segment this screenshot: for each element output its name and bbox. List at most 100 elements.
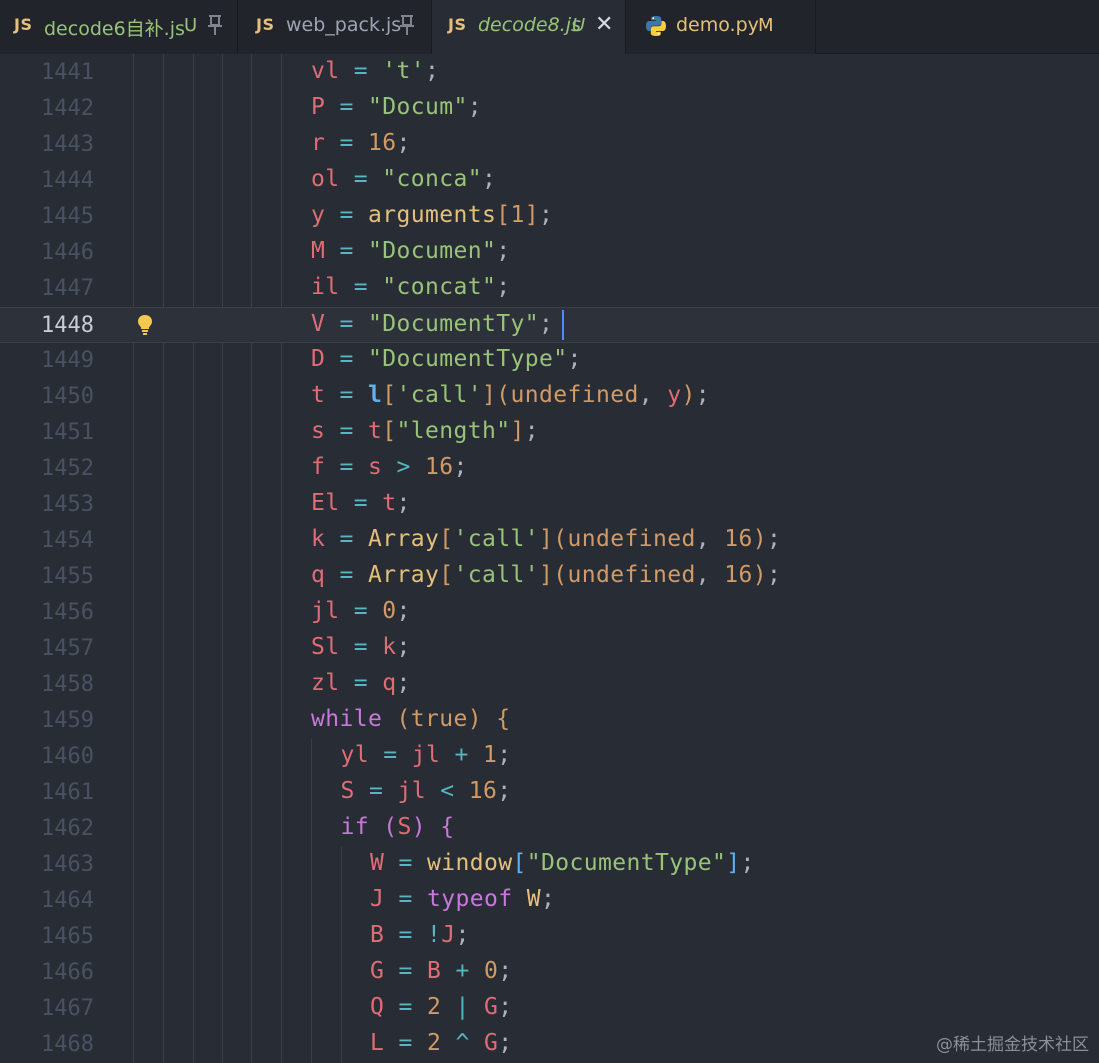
indent-guide — [311, 955, 312, 991]
tab-decode8[interactable]: JS decode8.js U ✕ — [432, 0, 626, 54]
code-text: f = s > 16; — [311, 454, 468, 480]
indent-guide — [341, 1027, 342, 1063]
indent-guide — [341, 919, 342, 955]
line-number: 1447 — [41, 276, 94, 301]
pin-icon[interactable] — [206, 13, 224, 37]
tab-demo-py[interactable]: demo.py M — [626, 0, 816, 54]
code-text: zl = q; — [311, 670, 411, 696]
code-line[interactable]: 1447 il = "concat"; — [0, 271, 1099, 307]
code-text: L = 2 ^ G; — [370, 1030, 513, 1056]
code-text: r = 16; — [311, 130, 411, 156]
line-number: 1441 — [41, 60, 94, 85]
indent-guide — [341, 955, 342, 991]
code-line[interactable]: 1453 El = t; — [0, 487, 1099, 523]
line-number: 1449 — [41, 348, 94, 373]
indent-guide — [341, 991, 342, 1027]
line-number: 1453 — [41, 492, 94, 517]
line-number: 1458 — [41, 672, 94, 697]
line-number: 1454 — [41, 528, 94, 553]
text-cursor — [562, 310, 564, 340]
code-text: y = arguments[1]; — [311, 202, 554, 228]
js-file-icon: JS — [14, 15, 33, 34]
code-line[interactable]: 1466 G = B + 0; — [0, 955, 1099, 991]
code-text: k = Array['call'](undefined, 16); — [311, 526, 782, 552]
code-line[interactable]: 1445 y = arguments[1]; — [0, 199, 1099, 235]
code-line[interactable]: 1448 V = "DocumentTy"; — [0, 307, 1099, 343]
code-line[interactable]: 1454 k = Array['call'](undefined, 16); — [0, 523, 1099, 559]
code-text: D = "DocumentType"; — [311, 346, 582, 372]
code-text: J = typeof W; — [370, 886, 556, 912]
code-line[interactable]: 1456 jl = 0; — [0, 595, 1099, 631]
code-line[interactable]: 1460 yl = jl + 1; — [0, 739, 1099, 775]
indent-guide — [311, 991, 312, 1027]
indent-guide — [311, 775, 312, 811]
tab-label: web_pack.js — [286, 14, 402, 36]
line-number: 1451 — [41, 420, 94, 445]
code-text: while (true) { — [311, 706, 511, 732]
code-line[interactable]: 1446 M = "Documen"; — [0, 235, 1099, 271]
code-text: if (S) { — [340, 814, 455, 840]
line-number: 1443 — [41, 132, 94, 157]
code-line[interactable]: 1465 B = !J; — [0, 919, 1099, 955]
code-text: q = Array['call'](undefined, 16); — [311, 562, 782, 588]
code-text: W = window["DocumentType"]; — [370, 850, 755, 876]
code-line[interactable]: 1452 f = s > 16; — [0, 451, 1099, 487]
code-text: B = !J; — [370, 922, 470, 948]
code-line[interactable]: 1458 zl = q; — [0, 667, 1099, 703]
line-number: 1444 — [41, 168, 94, 193]
close-icon[interactable]: ✕ — [595, 12, 613, 37]
code-line[interactable]: 1449 D = "DocumentType"; — [0, 343, 1099, 379]
line-number: 1465 — [41, 924, 94, 949]
indent-guide — [311, 883, 312, 919]
line-number: 1456 — [41, 600, 94, 625]
code-line[interactable]: 1461 S = jl < 16; — [0, 775, 1099, 811]
python-icon — [646, 16, 666, 36]
line-number: 1468 — [41, 1032, 94, 1057]
tab-web-pack[interactable]: JS web_pack.js — [238, 0, 432, 54]
code-line[interactable]: 1455 q = Array['call'](undefined, 16); — [0, 559, 1099, 595]
code-line[interactable]: 1441 vl = 't'; — [0, 55, 1099, 91]
line-number: 1448 — [41, 313, 94, 338]
code-line[interactable]: 1457 Sl = k; — [0, 631, 1099, 667]
code-line[interactable]: 1462 if (S) { — [0, 811, 1099, 847]
git-status-badge: U — [184, 15, 198, 36]
tab-label: demo.py — [676, 14, 759, 36]
code-line[interactable]: 1450 t = l['call'](undefined, y); — [0, 379, 1099, 415]
code-line[interactable]: 1467 Q = 2 | G; — [0, 991, 1099, 1027]
lightbulb-icon[interactable] — [136, 314, 154, 336]
line-number: 1455 — [41, 564, 94, 589]
indent-guide — [311, 1027, 312, 1063]
code-text: Sl = k; — [311, 634, 411, 660]
indent-guide — [311, 739, 312, 775]
line-number: 1462 — [41, 816, 94, 841]
js-file-icon: JS — [256, 15, 275, 34]
line-number: 1464 — [41, 888, 94, 913]
line-number: 1467 — [41, 996, 94, 1021]
git-status-badge: M — [758, 15, 774, 36]
indent-guide — [311, 847, 312, 883]
code-line[interactable]: 1464 J = typeof W; — [0, 883, 1099, 919]
code-line[interactable]: 1451 s = t["length"]; — [0, 415, 1099, 451]
code-text: V = "DocumentTy"; — [311, 311, 554, 337]
code-line[interactable]: 1443 r = 16; — [0, 127, 1099, 163]
line-number: 1445 — [41, 204, 94, 229]
code-text: M = "Documen"; — [311, 238, 511, 264]
code-line[interactable]: 1459 while (true) { — [0, 703, 1099, 739]
editor-tab-bar: JS decode6自补.js U JS web_pack.js JS deco… — [0, 0, 1099, 54]
code-line[interactable]: 1442 P = "Docum"; — [0, 91, 1099, 127]
code-line[interactable]: 1468 L = 2 ^ G; — [0, 1027, 1099, 1063]
watermark: @稀土掘金技术社区 — [936, 1035, 1089, 1055]
line-number: 1450 — [41, 384, 94, 409]
code-editor[interactable]: 1441 vl = 't'; 1442 P = "Docum"; 1443 r = 16;… — [0, 54, 1099, 1063]
code-text: S = jl < 16; — [340, 778, 512, 804]
line-number: 1463 — [41, 852, 94, 877]
tab-label: decode6自补.js — [44, 18, 185, 40]
indent-guide — [341, 847, 342, 883]
line-number: 1459 — [41, 708, 94, 733]
code-line[interactable]: 1444 ol = "conca"; — [0, 163, 1099, 199]
code-line[interactable]: 1463 W = window["DocumentType"]; — [0, 847, 1099, 883]
tab-decode6[interactable]: JS decode6自补.js U — [0, 0, 238, 54]
line-number: 1457 — [41, 636, 94, 661]
pin-icon[interactable] — [398, 13, 416, 37]
line-number: 1442 — [41, 96, 94, 121]
